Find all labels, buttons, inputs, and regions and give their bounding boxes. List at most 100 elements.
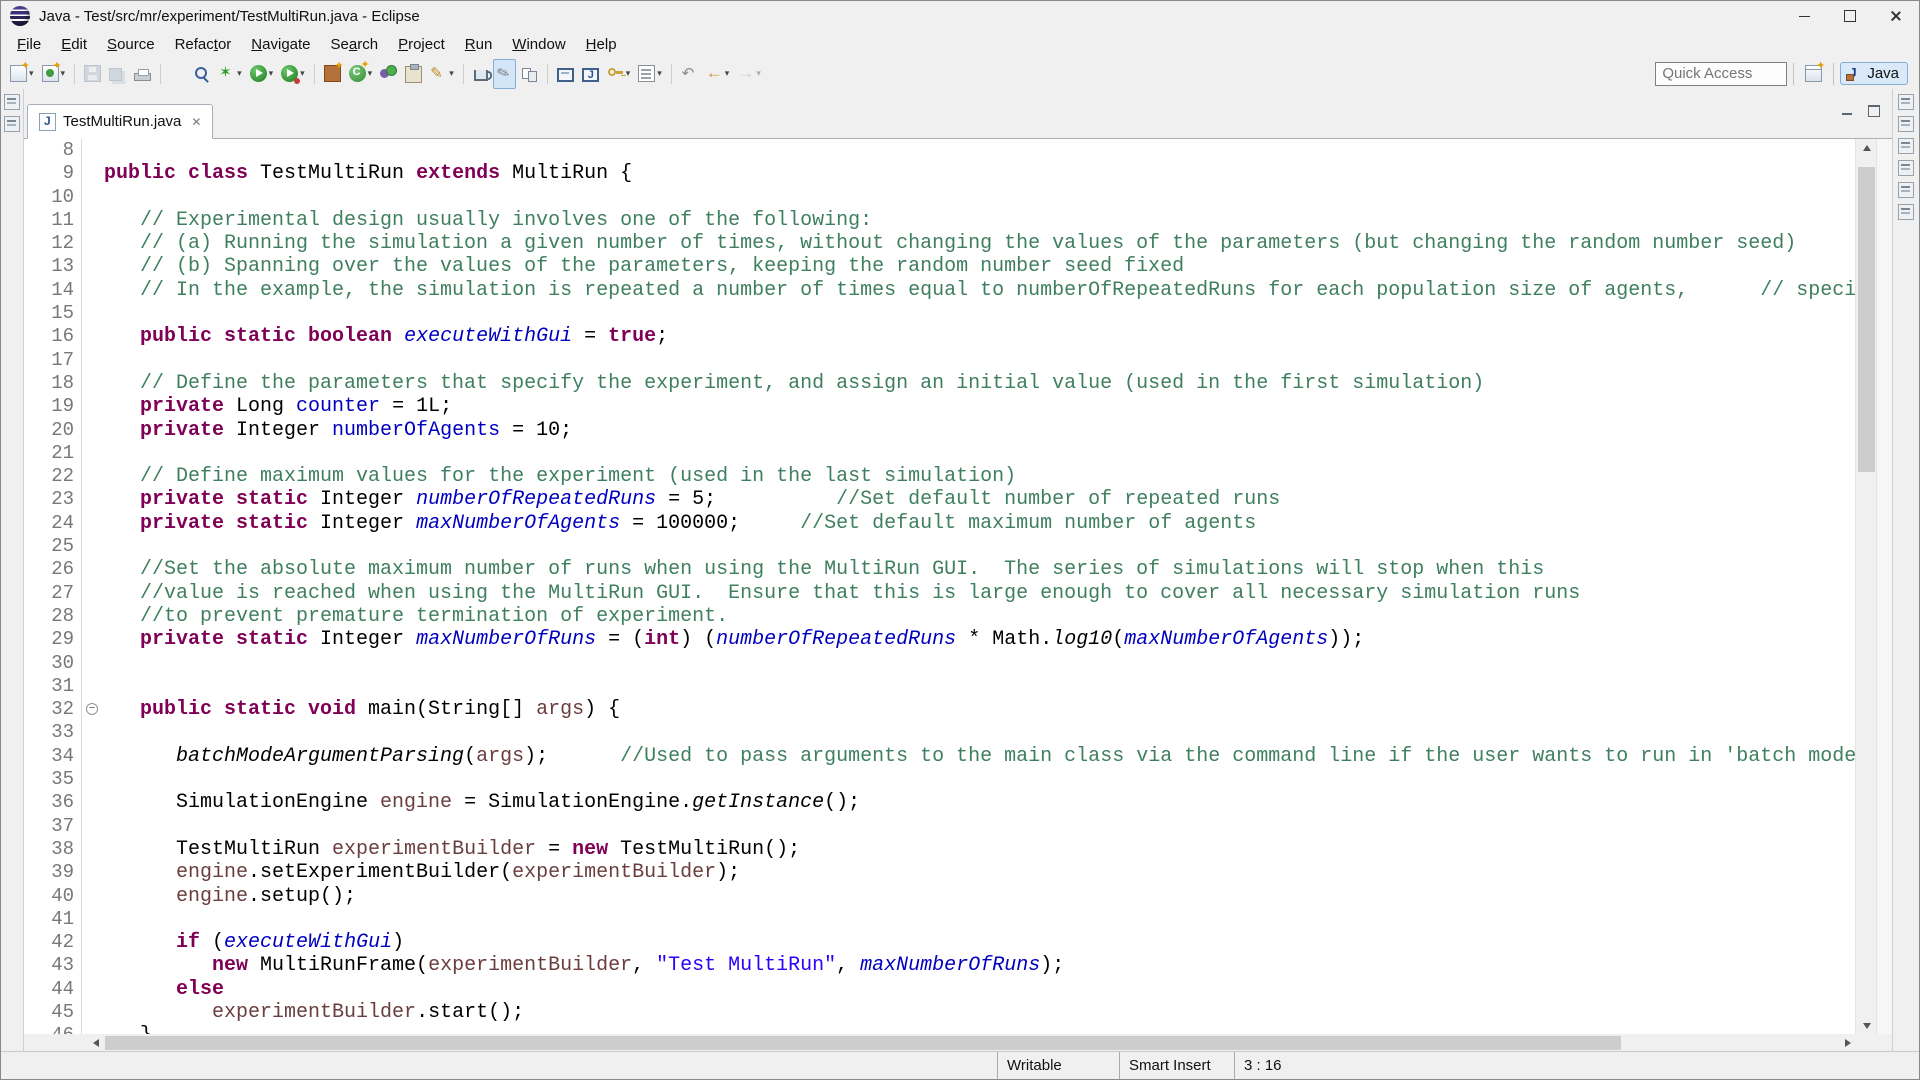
line-number[interactable]: 37 (24, 815, 82, 838)
code-line[interactable]: 12 // (a) Running the simulation a given… (24, 232, 1856, 255)
line-number[interactable]: 17 (24, 349, 82, 372)
code-text[interactable]: experimentBuilder.start(); (104, 1001, 524, 1024)
close-button[interactable] (1873, 1, 1919, 31)
horizontal-scrollbar-thumb[interactable] (105, 1036, 1621, 1050)
line-number[interactable]: 15 (24, 302, 82, 325)
code-text[interactable]: // Define maximum values for the experim… (104, 465, 1016, 488)
line-number[interactable]: 33 (24, 721, 82, 744)
menu-item-navigate[interactable]: Navigate (241, 33, 320, 56)
code-line[interactable]: 22 // Define maximum values for the expe… (24, 465, 1856, 488)
open-perspective-button[interactable] (1801, 59, 1826, 89)
dropdown-arrow-icon[interactable]: ▾ (449, 68, 454, 79)
code-line[interactable]: 36 SimulationEngine engine = SimulationE… (24, 791, 1856, 814)
code-line[interactable]: 34 batchModeArgumentParsing(args); //Use… (24, 745, 1856, 768)
code-text[interactable]: else (104, 978, 224, 1001)
vertical-scrollbar[interactable] (1855, 139, 1877, 1034)
line-number[interactable]: 18 (24, 372, 82, 395)
code-text[interactable]: public static boolean executeWithGui = t… (104, 325, 668, 348)
line-number[interactable]: 19 (24, 395, 82, 418)
code-line[interactable]: 46 } (24, 1024, 1856, 1034)
line-number[interactable]: 32 (24, 698, 82, 721)
code-line[interactable]: 21 (24, 442, 1856, 465)
line-number[interactable]: 44 (24, 978, 82, 1001)
toolbar-run-button[interactable]: ▾ (247, 59, 277, 89)
code-line[interactable]: 41 (24, 908, 1856, 931)
toolbar-new-button[interactable]: ▾ (7, 59, 37, 89)
line-number[interactable]: 46 (24, 1024, 82, 1034)
code-line[interactable]: 15 (24, 302, 1856, 325)
code-line[interactable]: 23 private static Integer numberOfRepeat… (24, 488, 1856, 511)
line-number[interactable]: 29 (24, 628, 82, 651)
line-number[interactable]: 40 (24, 885, 82, 908)
toolbar-new-java-class-button[interactable]: ▾ (39, 59, 69, 89)
dropdown-arrow-icon[interactable]: ▾ (756, 68, 761, 79)
dropdown-arrow-icon[interactable]: ▾ (237, 68, 242, 79)
build-icon[interactable] (1898, 182, 1914, 198)
toolbar-debug-button[interactable]: ▾ (215, 59, 245, 89)
code-line[interactable]: 35 (24, 768, 1856, 791)
code-line[interactable]: 24 private static Integer maxNumberOfAge… (24, 512, 1856, 535)
line-number[interactable]: 25 (24, 535, 82, 558)
dropdown-arrow-icon[interactable]: ▾ (657, 68, 662, 79)
line-number[interactable]: 23 (24, 488, 82, 511)
line-number[interactable]: 20 (24, 419, 82, 442)
line-number[interactable]: 41 (24, 908, 82, 931)
toolbar-last-edit-location-button[interactable] (678, 59, 701, 89)
code-line[interactable]: 27 //value is reached when using the Mul… (24, 582, 1856, 605)
code-text[interactable]: // Define the parameters that specify th… (104, 372, 1484, 395)
line-number[interactable]: 30 (24, 652, 82, 675)
line-number[interactable]: 8 (24, 139, 82, 162)
line-number[interactable]: 38 (24, 838, 82, 861)
code-text[interactable]: // (a) Running the simulation a given nu… (104, 232, 1796, 255)
dropdown-arrow-icon[interactable]: ▾ (300, 68, 305, 79)
toolbar-java-console-button[interactable] (579, 59, 602, 89)
code-line[interactable]: 42 if (executeWithGui) (24, 931, 1856, 954)
code-line[interactable]: 40 engine.setup(); (24, 885, 1856, 908)
code-line[interactable]: 25 (24, 535, 1856, 558)
code-line[interactable]: 30 (24, 652, 1856, 675)
line-number[interactable]: 21 (24, 442, 82, 465)
toolbar-run-external-tools-button[interactable]: ▾ (278, 59, 308, 89)
code-text[interactable]: if (executeWithGui) (104, 931, 404, 954)
code-editor[interactable]: 89public class TestMultiRun extends Mult… (24, 139, 1856, 1034)
code-text[interactable]: engine.setExperimentBuilder(experimentBu… (104, 861, 740, 884)
code-text[interactable]: //to prevent premature termination of ex… (104, 605, 728, 628)
code-line[interactable]: 26 //Set the absolute maximum number of … (24, 558, 1856, 581)
dropdown-arrow-icon[interactable]: ▾ (725, 68, 730, 79)
code-line[interactable]: 10 (24, 186, 1856, 209)
package-explorer-icon[interactable] (4, 116, 20, 132)
code-text[interactable]: private static Integer maxNumberOfAgents… (104, 512, 1256, 535)
code-line[interactable]: 11 // Experimental design usually involv… (24, 209, 1856, 232)
code-line[interactable]: 17 (24, 349, 1856, 372)
code-text[interactable]: //value is reached when using the MultiR… (104, 582, 1580, 605)
toolbar-forward-button[interactable]: ▾ (734, 59, 764, 89)
code-line[interactable]: 8 (24, 139, 1856, 162)
dropdown-arrow-icon[interactable]: ▾ (269, 68, 274, 79)
toolbar-new-class-wizard-button[interactable]: ▾ (346, 59, 376, 89)
menu-item-source[interactable]: Source (97, 33, 165, 56)
line-number[interactable]: 14 (24, 279, 82, 302)
line-number[interactable]: 26 (24, 558, 82, 581)
line-number[interactable]: 36 (24, 791, 82, 814)
maximize-button[interactable] (1827, 1, 1873, 31)
scroll-down-button[interactable] (1856, 1017, 1877, 1034)
code-text[interactable]: // Experimental design usually involves … (104, 209, 872, 232)
code-line[interactable]: 45 experimentBuilder.start(); (24, 1001, 1856, 1024)
code-text[interactable]: } (104, 1024, 152, 1034)
code-line[interactable]: 9public class TestMultiRun extends Multi… (24, 162, 1856, 185)
line-number[interactable]: 12 (24, 232, 82, 255)
code-line[interactable]: 20 private Integer numberOfAgents = 10; (24, 419, 1856, 442)
templates-icon[interactable] (1898, 160, 1914, 176)
line-number[interactable]: 43 (24, 954, 82, 977)
toolbar-java-search-button[interactable] (190, 59, 213, 89)
toolbar-console-button[interactable] (554, 59, 577, 89)
code-text[interactable]: // In the example, the simulation is rep… (104, 279, 1856, 302)
toolbar-annotation-button[interactable]: ▾ (427, 59, 457, 89)
line-number[interactable]: 35 (24, 768, 82, 791)
scroll-left-button[interactable] (87, 1034, 104, 1052)
menu-item-file[interactable]: File (7, 33, 51, 56)
line-number[interactable]: 28 (24, 605, 82, 628)
collapse-icon[interactable]: − (86, 703, 98, 715)
code-line[interactable]: 32− public static void main(String[] arg… (24, 698, 1856, 721)
menu-item-project[interactable]: Project (388, 33, 455, 56)
